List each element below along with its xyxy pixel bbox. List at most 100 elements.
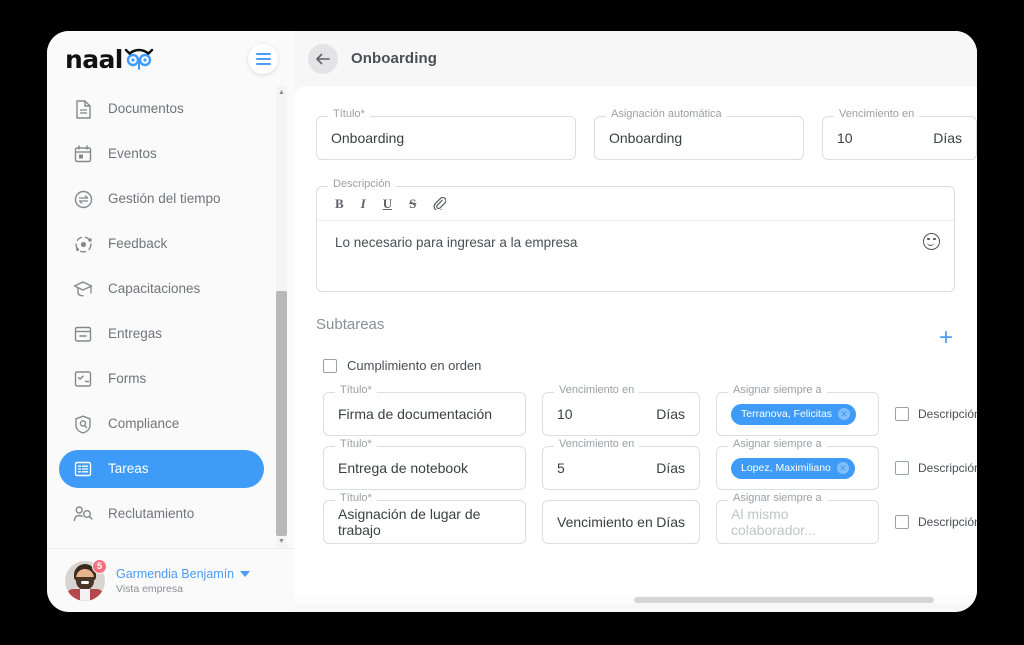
subtask-asignar-field[interactable]: Asignar siempre a Terranova, Felicitas ✕ bbox=[716, 385, 879, 436]
sidebar-scrollbar[interactable]: ▲ ▼ bbox=[276, 86, 287, 548]
asignacion-automatica-field[interactable]: Asignación automática Onboarding bbox=[594, 109, 804, 160]
underline-button[interactable]: U bbox=[383, 197, 392, 210]
form-panel-inner: Título* Onboarding Asignación automática… bbox=[294, 109, 977, 544]
strikethrough-button[interactable]: S bbox=[409, 197, 416, 210]
subtask-asignar-label: Asignar siempre a bbox=[728, 493, 827, 504]
vencimiento-unit: Días bbox=[933, 130, 962, 146]
subtask-vencimiento-field[interactable]: Vencimiento en Días bbox=[542, 500, 700, 544]
cumplimiento-en-orden-row[interactable]: Cumplimiento en orden bbox=[323, 358, 955, 373]
back-arrow-icon[interactable] bbox=[308, 43, 338, 74]
bold-button[interactable]: B bbox=[335, 197, 344, 210]
sidebar-nav: Documentos Eventos Gestión del tiempo Fe… bbox=[47, 86, 272, 548]
sidebar-item-gestion-del-tiempo[interactable]: Gestión del tiempo bbox=[59, 180, 264, 218]
user-search-icon bbox=[73, 504, 93, 524]
form-panel: Título* Onboarding Asignación automática… bbox=[294, 86, 977, 604]
assignee-chip[interactable]: Terranova, Felicitas ✕ bbox=[731, 403, 857, 425]
sidebar-item-label: Feedback bbox=[108, 236, 168, 252]
user-profile-block[interactable]: 5 Garmendia Benjamín Vista empresa bbox=[47, 548, 294, 612]
attachment-icon[interactable] bbox=[433, 197, 447, 210]
subtask-titulo-label: Título* bbox=[335, 439, 377, 450]
sidebar-item-reclutamiento[interactable]: Reclutamiento bbox=[59, 495, 264, 533]
subtask-vencimiento-placeholder: Vencimiento en bbox=[557, 514, 653, 530]
descripcion-value: Lo necesario para ingresar a la empresa bbox=[335, 235, 578, 250]
scroll-down-arrow[interactable]: ▼ bbox=[276, 536, 287, 547]
document-icon bbox=[73, 99, 93, 119]
sidebar-item-label: Gestión del tiempo bbox=[108, 191, 221, 207]
sidebar-item-eventos[interactable]: Eventos bbox=[59, 135, 264, 173]
sidebar-item-analitica[interactable]: Analítica bbox=[59, 540, 264, 548]
italic-button[interactable]: I bbox=[361, 197, 366, 210]
plus-icon[interactable]: + bbox=[937, 326, 955, 350]
subtask-titulo-field[interactable]: Título* Asignación de lugar de trabajo bbox=[323, 493, 526, 544]
user-name-row[interactable]: Garmendia Benjamín bbox=[116, 566, 251, 581]
cumplimiento-en-orden-checkbox[interactable] bbox=[323, 358, 337, 373]
subtasks-heading: Subtareas bbox=[316, 316, 385, 333]
chevron-down-icon[interactable] bbox=[240, 570, 251, 577]
subtask-asignar-label: Asignar siempre a bbox=[728, 385, 827, 396]
sidebar-item-compliance[interactable]: Compliance bbox=[59, 405, 264, 443]
subtask-row: Título* Entrega de notebook Vencimiento … bbox=[316, 439, 977, 490]
sidebar-item-label: Capacitaciones bbox=[108, 281, 201, 297]
subtask-descripcion-checkbox[interactable] bbox=[895, 407, 909, 421]
descripcion-toolbar: B I U S bbox=[317, 187, 954, 221]
chip-remove-icon[interactable]: ✕ bbox=[836, 462, 849, 474]
sidebar-item-capacitaciones[interactable]: Capacitaciones bbox=[59, 270, 264, 308]
time-swap-icon bbox=[73, 189, 93, 209]
sidebar: naal Documentos Eventos Gestión del tiem… bbox=[47, 31, 294, 612]
sidebar-item-label: Compliance bbox=[108, 416, 180, 432]
sidebar-scrollbar-thumb[interactable] bbox=[276, 291, 287, 536]
subtask-vencimiento-label: Vencimiento en bbox=[554, 385, 640, 396]
subtask-descripcion-checkbox[interactable] bbox=[895, 515, 909, 529]
hamburger-icon[interactable] bbox=[248, 43, 278, 74]
sidebar-item-feedback[interactable]: Feedback bbox=[59, 225, 264, 263]
subtask-vencimiento-field[interactable]: Vencimiento en 10 Días bbox=[542, 385, 700, 436]
subtask-titulo-field[interactable]: Título* Firma de documentación bbox=[323, 385, 526, 436]
chip-remove-icon[interactable]: ✕ bbox=[838, 408, 851, 420]
graduation-cap-icon bbox=[73, 279, 93, 299]
vencimiento-field[interactable]: Vencimiento en 10 Días bbox=[822, 109, 977, 160]
assignee-chip[interactable]: Lopez, Maximiliano ✕ bbox=[731, 457, 855, 479]
sidebar-item-label: Tareas bbox=[108, 461, 149, 477]
assignee-chip-label: Terranova, Felicitas bbox=[741, 408, 833, 420]
descripcion-label: Descripción bbox=[328, 179, 396, 190]
main-fields-row: Título* Onboarding Asignación automática… bbox=[316, 109, 977, 160]
subtask-vencimiento-label: Vencimiento en bbox=[554, 439, 640, 450]
logo-text: naal bbox=[65, 44, 123, 74]
shield-icon bbox=[73, 414, 93, 434]
sidebar-item-documentos[interactable]: Documentos bbox=[59, 90, 264, 128]
descripcion-editor: Descripción B I U S Lo necesario para in… bbox=[316, 179, 955, 292]
subtask-titulo-value: Asignación de lugar de trabajo bbox=[338, 506, 481, 538]
sidebar-item-tareas[interactable]: Tareas bbox=[59, 450, 264, 488]
assignee-chip-label: Lopez, Maximiliano bbox=[741, 462, 831, 474]
sidebar-header: naal bbox=[47, 31, 294, 86]
hamburger-line bbox=[255, 52, 271, 55]
sidebar-item-label: Documentos bbox=[108, 101, 184, 117]
subtask-descripcion-label: Descripción bbox=[918, 407, 977, 421]
subtask-vencimiento-value: 10 bbox=[557, 406, 573, 422]
titulo-field[interactable]: Título* Onboarding bbox=[316, 109, 576, 160]
horizontal-scrollbar-thumb[interactable] bbox=[634, 597, 934, 603]
subtask-descripcion-label: Descripción bbox=[918, 515, 977, 529]
sidebar-item-forms[interactable]: Forms bbox=[59, 360, 264, 398]
subtask-asignar-field[interactable]: Asignar siempre a Lopez, Maximiliano ✕ bbox=[716, 439, 879, 490]
subtask-descripcion-checkbox[interactable] bbox=[895, 461, 909, 475]
subtask-vencimiento-unit: Días bbox=[656, 514, 685, 530]
emoji-picker-icon[interactable] bbox=[923, 233, 940, 250]
scroll-up-arrow[interactable]: ▲ bbox=[276, 87, 287, 98]
user-name: Garmendia Benjamín bbox=[116, 566, 235, 581]
page-title: Onboarding bbox=[351, 50, 437, 67]
horizontal-scrollbar[interactable] bbox=[294, 596, 977, 604]
subtask-row-actions: Descripción bbox=[895, 514, 977, 531]
subtask-row-actions: Descripción bbox=[895, 460, 977, 477]
subtask-asignar-field[interactable]: Asignar siempre a Al mismo colaborador..… bbox=[716, 493, 879, 544]
subtask-titulo-label: Título* bbox=[335, 385, 377, 396]
subtask-vencimiento-field[interactable]: Vencimiento en 5 Días bbox=[542, 439, 700, 490]
application-window: naal Documentos Eventos Gestión del tiem… bbox=[47, 31, 977, 612]
subtask-descripcion-label: Descripción bbox=[918, 461, 977, 475]
sidebar-item-entregas[interactable]: Entregas bbox=[59, 315, 264, 353]
avatar[interactable]: 5 bbox=[65, 558, 107, 601]
inbox-icon bbox=[73, 324, 93, 344]
vencimiento-value: 10 bbox=[837, 130, 853, 146]
subtask-titulo-field[interactable]: Título* Entrega de notebook bbox=[323, 439, 526, 490]
descripcion-body[interactable]: Lo necesario para ingresar a la empresa bbox=[317, 221, 954, 291]
